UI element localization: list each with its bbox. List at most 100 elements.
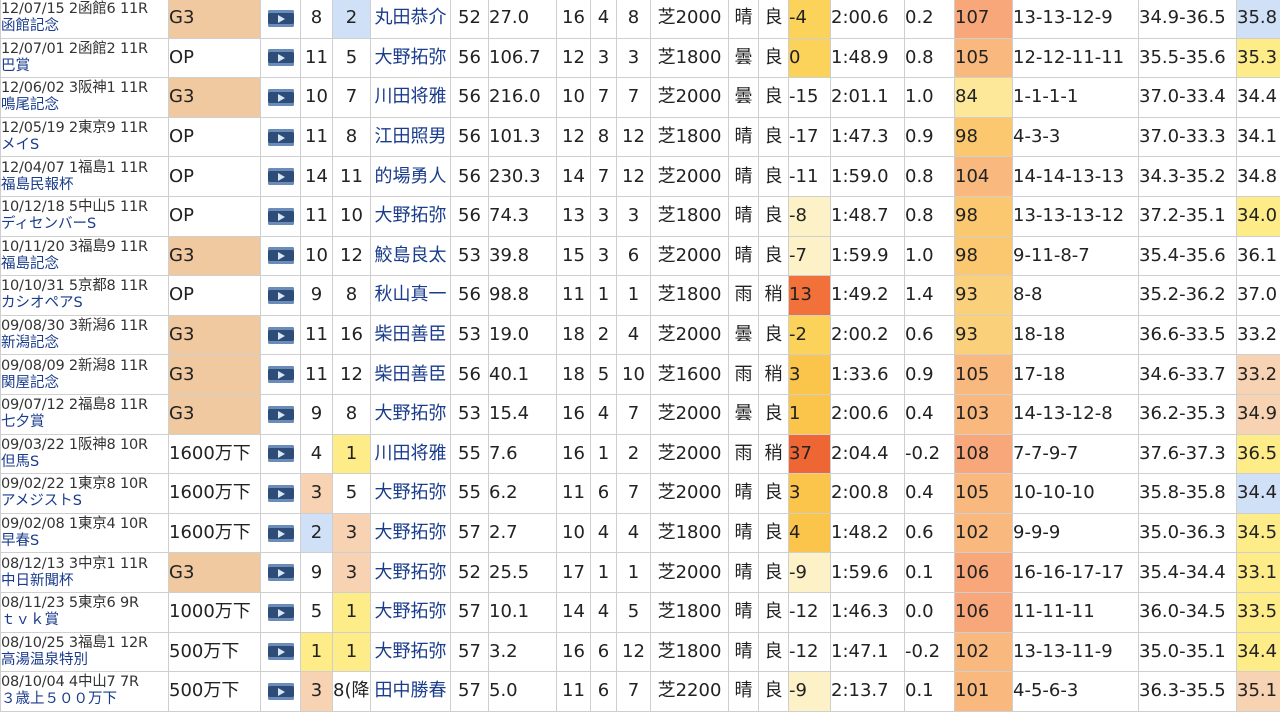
video-cell[interactable] xyxy=(260,37,301,79)
race-cell[interactable]: 09/02/08 1東京4 10R 早春S xyxy=(0,512,169,554)
film-video-icon[interactable] xyxy=(267,207,294,225)
video-cell[interactable] xyxy=(260,235,301,277)
film-video-icon[interactable] xyxy=(267,405,294,423)
film-video-icon[interactable] xyxy=(267,564,294,582)
race-cell[interactable]: 09/07/12 2福島8 11R 七夕賞 xyxy=(0,393,169,435)
film-video-icon[interactable] xyxy=(267,88,294,106)
video-cell[interactable] xyxy=(260,275,301,316)
video-cell[interactable] xyxy=(260,552,301,593)
film-video-icon[interactable] xyxy=(267,682,294,700)
time-diff: 0.9 xyxy=(904,354,955,395)
post-number: 6 xyxy=(590,631,617,673)
race-cell[interactable]: 10/10/31 5京都8 11R カシオペアS xyxy=(0,275,169,316)
race-cell[interactable]: 09/02/22 1東京8 10R アメジストS xyxy=(0,473,169,514)
race-name-link[interactable]: 鳴尾記念 xyxy=(2,97,168,114)
race-cell[interactable]: 08/12/13 3中京1 11R 中日新聞杯 xyxy=(0,552,169,593)
race-name-link[interactable]: 福島記念 xyxy=(2,256,168,273)
race-name-link[interactable]: 但馬S xyxy=(2,454,168,471)
jockey-link[interactable]: 秋山真一 xyxy=(370,275,451,316)
race-name-link[interactable]: カシオペアS xyxy=(2,295,168,312)
film-video-icon[interactable] xyxy=(267,326,294,344)
race-cell[interactable]: 12/05/19 2東京9 11R メイS xyxy=(0,116,169,158)
race-name-link[interactable]: ３歳上５００万下 xyxy=(2,691,168,708)
video-cell[interactable] xyxy=(260,77,301,118)
race-name-link[interactable]: 新潟記念 xyxy=(2,335,168,352)
video-cell[interactable] xyxy=(260,433,301,475)
race-name-link[interactable]: 七夕賞 xyxy=(2,414,168,431)
race-cell[interactable]: 09/08/09 2新潟8 11R 関屋記念 xyxy=(0,354,169,395)
jockey-link[interactable]: 丸田恭介 xyxy=(370,0,451,39)
video-cell[interactable] xyxy=(260,116,301,158)
jockey-link[interactable]: 大野拓弥 xyxy=(370,552,451,593)
race-name-link[interactable]: 関屋記念 xyxy=(2,375,168,392)
race-cell[interactable]: 08/10/25 3福島1 12R 高湯温泉特別 xyxy=(0,631,169,673)
film-video-icon[interactable] xyxy=(267,286,294,304)
race-cell[interactable]: 12/04/07 1福島1 11R 福島民報杯 xyxy=(0,156,169,197)
popularity: 12 xyxy=(332,354,371,395)
video-cell[interactable] xyxy=(260,156,301,197)
race-cell[interactable]: 10/12/18 5中山5 11R ディセンバーS xyxy=(0,195,169,237)
video-cell[interactable] xyxy=(260,591,301,633)
video-cell[interactable] xyxy=(260,0,301,39)
video-cell[interactable] xyxy=(260,512,301,554)
film-video-icon[interactable] xyxy=(267,445,294,463)
race-cell[interactable]: 12/07/15 2函館6 11R 函館記念 xyxy=(0,0,169,39)
field-size: 11 xyxy=(300,354,333,395)
jockey-link[interactable]: 柴田善臣 xyxy=(370,314,451,356)
film-video-icon[interactable] xyxy=(267,524,294,542)
video-cell[interactable] xyxy=(260,631,301,673)
race-name-link[interactable]: 高湯温泉特別 xyxy=(2,652,168,669)
jockey-link[interactable]: 田中勝春 xyxy=(370,671,451,712)
film-video-icon[interactable] xyxy=(267,9,294,27)
video-cell[interactable] xyxy=(260,671,301,712)
film-video-icon[interactable] xyxy=(267,247,294,265)
race-cell[interactable]: 09/03/22 1阪神8 10R 但馬S xyxy=(0,433,169,475)
video-cell[interactable] xyxy=(260,354,301,395)
jockey-link[interactable]: 川田将雅 xyxy=(370,77,451,118)
jockey-link[interactable]: 的場勇人 xyxy=(370,156,451,197)
film-video-icon[interactable] xyxy=(267,128,294,146)
race-cell[interactable]: 12/07/01 2函館2 11R 巴賞 xyxy=(0,37,169,79)
race-name-link[interactable]: 巴賞 xyxy=(2,58,168,75)
race-name-link[interactable]: ｔｖｋ賞 xyxy=(2,612,168,629)
jockey-link[interactable]: 大野拓弥 xyxy=(370,631,451,673)
passing-order: 8-8 xyxy=(1012,275,1139,316)
film-video-icon[interactable] xyxy=(267,49,294,67)
film-video-icon[interactable] xyxy=(267,484,294,502)
race-name-link[interactable]: 函館記念 xyxy=(2,18,168,35)
video-cell[interactable] xyxy=(260,393,301,435)
video-cell[interactable] xyxy=(260,473,301,514)
jockey-link[interactable]: 柴田善臣 xyxy=(370,354,451,395)
film-video-icon[interactable] xyxy=(267,366,294,384)
film-video-icon[interactable] xyxy=(267,168,294,186)
race-name-link[interactable]: 中日新聞杯 xyxy=(2,573,168,590)
horse-count: 16 xyxy=(556,0,591,39)
jockey-link[interactable]: 大野拓弥 xyxy=(370,37,451,79)
film-video-icon[interactable] xyxy=(267,603,294,621)
race-cell[interactable]: 12/06/02 3阪神1 11R 鳴尾記念 xyxy=(0,77,169,118)
race-cell[interactable]: 08/11/23 5東京6 9R ｔｖｋ賞 xyxy=(0,591,169,633)
jockey-link[interactable]: 鮫島良太 xyxy=(370,235,451,277)
jockey-link[interactable]: 大野拓弥 xyxy=(370,195,451,237)
race-date: 09/08/30 3新潟6 11R xyxy=(1,318,149,335)
film-video-icon[interactable] xyxy=(267,643,294,661)
race-name-link[interactable]: アメジストS xyxy=(2,493,168,510)
jockey-link[interactable]: 大野拓弥 xyxy=(370,591,451,633)
race-cell[interactable]: 10/11/20 3福島9 11R 福島記念 xyxy=(0,235,169,277)
track-bias: -8 xyxy=(788,195,831,237)
jockey-link[interactable]: 江田照男 xyxy=(370,116,451,158)
race-cell[interactable]: 09/08/30 3新潟6 11R 新潟記念 xyxy=(0,314,169,356)
race-name-link[interactable]: 福島民報杯 xyxy=(2,177,168,194)
video-cell[interactable] xyxy=(260,195,301,237)
video-cell[interactable] xyxy=(260,314,301,356)
race-cell[interactable]: 08/10/04 4中山7 7R ３歳上５００万下 xyxy=(0,671,169,712)
jockey-link[interactable]: 大野拓弥 xyxy=(370,512,451,554)
odds: 7.6 xyxy=(488,433,557,475)
track-bias: -4 xyxy=(788,0,831,39)
jockey-link[interactable]: 大野拓弥 xyxy=(370,473,451,514)
race-name-link[interactable]: メイS xyxy=(2,137,168,154)
jockey-link[interactable]: 大野拓弥 xyxy=(370,393,451,435)
jockey-link[interactable]: 川田将雅 xyxy=(370,433,451,475)
race-name-link[interactable]: ディセンバーS xyxy=(2,216,168,233)
race-name-link[interactable]: 早春S xyxy=(2,533,168,550)
